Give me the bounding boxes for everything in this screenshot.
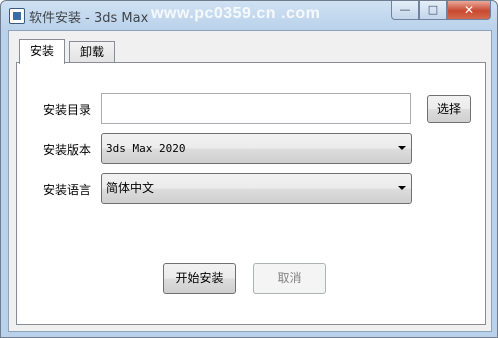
minimize-icon: — — [399, 3, 411, 16]
tab-install[interactable]: 安装 — [19, 39, 66, 64]
installer-window: 软件安装 - 3ds Max www.pc0359.cn .com — □ ✕ … — [0, 0, 498, 338]
language-select[interactable]: 简体中文 — [101, 173, 412, 204]
watermark-text: www.pc0359.cn .com — [151, 5, 321, 22]
start-install-button[interactable]: 开始安装 — [163, 263, 236, 294]
app-icon — [9, 8, 25, 24]
close-icon: ✕ — [463, 3, 475, 17]
language-select-value: 简体中文 — [106, 181, 155, 195]
install-panel: 安装目录 选择 安装版本 3ds Max 2020 安装语言 简体中文 开始安装… — [16, 62, 486, 325]
minimize-button[interactable]: — — [391, 1, 419, 20]
window-controls: — □ ✕ — [391, 1, 491, 20]
language-label: 安装语言 — [43, 183, 92, 197]
chevron-down-icon — [398, 146, 406, 150]
install-dir-input[interactable] — [101, 93, 411, 124]
maximize-button[interactable]: □ — [419, 1, 447, 20]
cancel-button[interactable]: 取消 — [253, 263, 326, 294]
version-label: 安装版本 — [43, 143, 92, 157]
browse-button[interactable]: 选择 — [427, 95, 471, 123]
close-button[interactable]: ✕ — [447, 1, 491, 20]
install-dir-label: 安装目录 — [43, 103, 92, 117]
client-area: 安装 卸载 安装目录 选择 安装版本 3ds Max 2020 安装语言 简体中… — [8, 30, 492, 332]
window-title: 软件安装 - 3ds Max — [29, 11, 149, 26]
maximize-icon: □ — [427, 3, 439, 16]
tab-uninstall[interactable]: 卸载 — [69, 41, 116, 62]
title-bar[interactable]: 软件安装 - 3ds Max www.pc0359.cn .com — □ ✕ — [1, 1, 497, 30]
version-select-value: 3ds Max 2020 — [106, 142, 186, 155]
chevron-down-icon — [398, 186, 406, 190]
version-select[interactable]: 3ds Max 2020 — [101, 133, 412, 164]
